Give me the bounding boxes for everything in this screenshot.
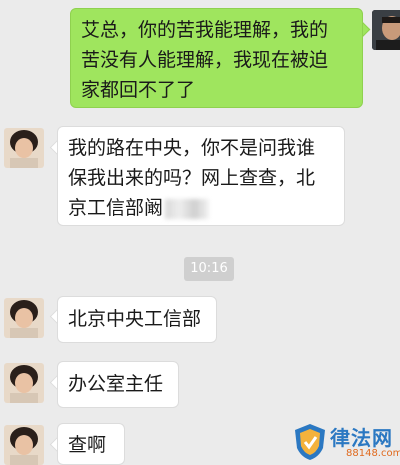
- watermark-title: 律法网: [330, 426, 393, 450]
- message-line-redacted: 京工信部阚: [68, 193, 334, 223]
- message-line: 苦没有人能理解，我现在被迫: [81, 49, 329, 71]
- person-icon: [4, 425, 44, 465]
- message-text: 办公室主任: [68, 373, 164, 395]
- contact-avatar[interactable]: [4, 425, 44, 465]
- contact-avatar[interactable]: [4, 363, 44, 403]
- message-text: 北京中央工信部: [68, 308, 202, 330]
- shield-icon: [295, 424, 325, 460]
- user-avatar[interactable]: [372, 10, 400, 50]
- message-line: 我的路在中央，你不是问我谁: [68, 137, 316, 159]
- site-watermark: 律法网 88148.com: [290, 418, 400, 465]
- person-icon: [4, 128, 44, 168]
- message-line: 家都回不了了: [81, 79, 196, 101]
- message-bubble-in[interactable]: 查啊: [57, 423, 125, 465]
- redacted-blur: [165, 198, 210, 219]
- watermark-url: 88148.com: [346, 448, 400, 459]
- message-bubble-in[interactable]: 北京中央工信部: [57, 296, 217, 343]
- person-icon: [372, 10, 400, 50]
- message-text: 查啊: [68, 434, 107, 456]
- contact-avatar[interactable]: [4, 128, 44, 168]
- message-bubble-in[interactable]: 办公室主任: [57, 361, 179, 408]
- message-timestamp: 10:16: [184, 257, 234, 281]
- person-icon: [4, 298, 44, 338]
- message-bubble-in[interactable]: 我的路在中央，你不是问我谁 保我出来的吗？网上查查，北 京工信部阚: [57, 126, 345, 226]
- message-line: 保我出来的吗？网上查查，北: [68, 167, 316, 189]
- contact-avatar[interactable]: [4, 298, 44, 338]
- message-line: 艾总，你的苦我能理解，我的: [81, 19, 329, 41]
- person-icon: [4, 363, 44, 403]
- message-bubble-out[interactable]: 艾总，你的苦我能理解，我的 苦没有人能理解，我现在被迫 家都回不了了: [70, 8, 363, 108]
